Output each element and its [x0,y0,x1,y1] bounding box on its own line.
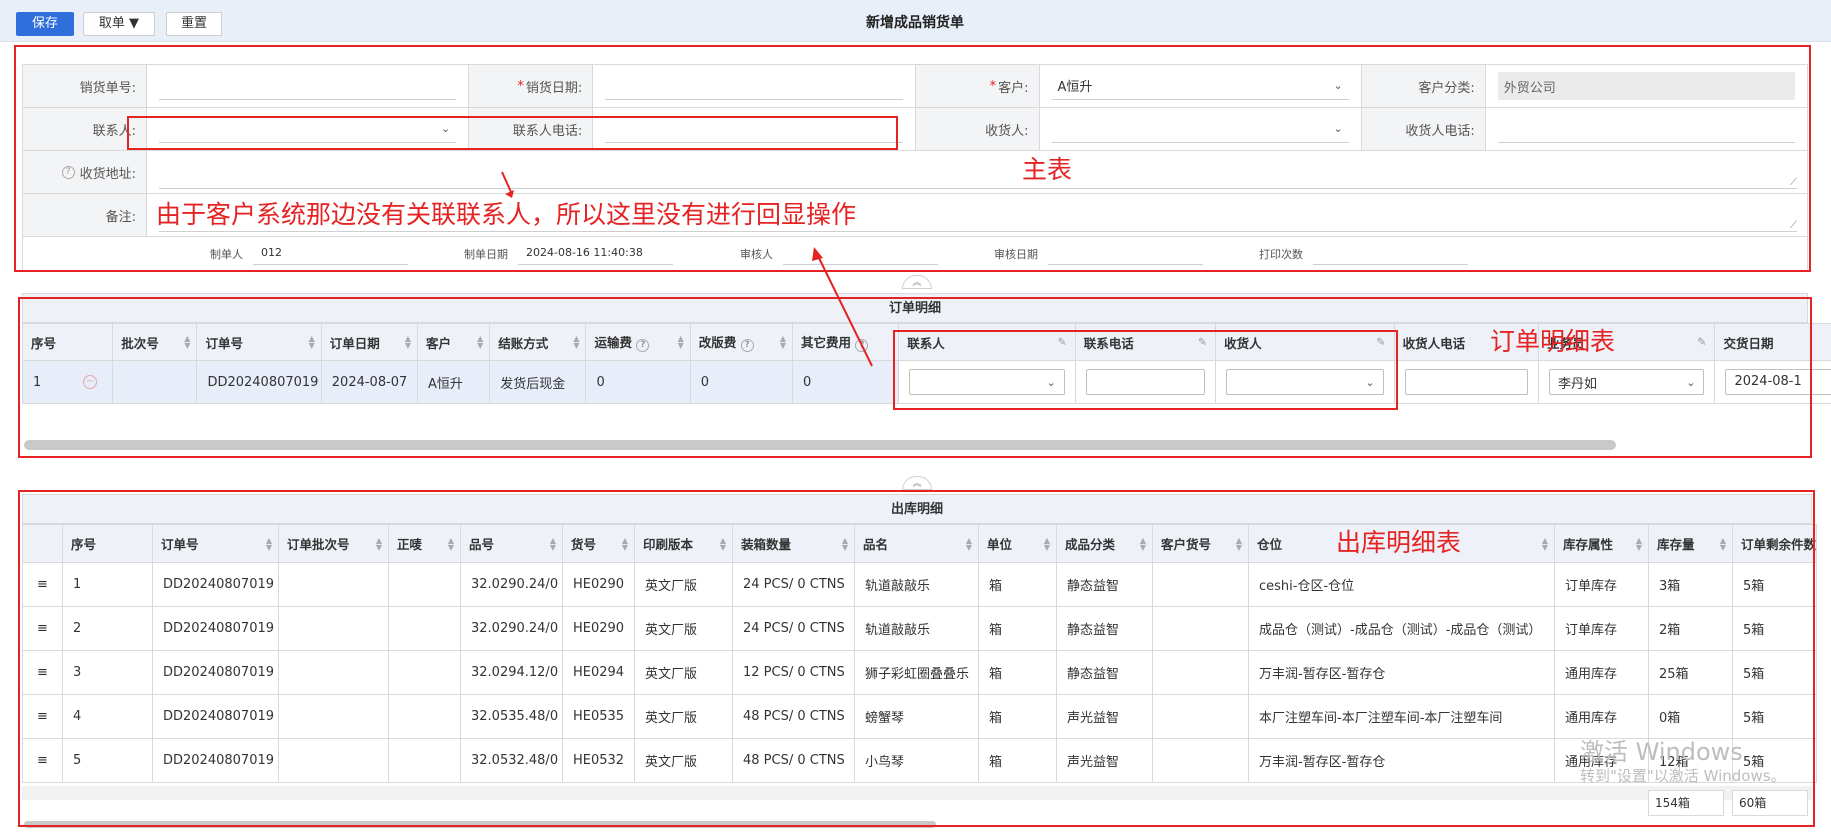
arrow-down [501,171,512,193]
arrowhead [505,190,514,198]
watermark-line2: 转到"设置"以激活 Windows。 [1580,767,1786,785]
annotation-order-detail: 订单明细表 [1490,327,1616,356]
arrow-up [817,255,873,367]
annotation-note: 由于客户系统那边没有关联联系人，所以这里没有进行回显操作 [156,200,857,229]
annotation-arrows [501,171,873,367]
arrowhead [812,247,823,261]
annotation-master: 主表 [1022,155,1073,184]
annotation-outbound-detail: 出库明细表 [1336,528,1462,557]
watermark-line1: 激活 Windows [1580,738,1743,766]
